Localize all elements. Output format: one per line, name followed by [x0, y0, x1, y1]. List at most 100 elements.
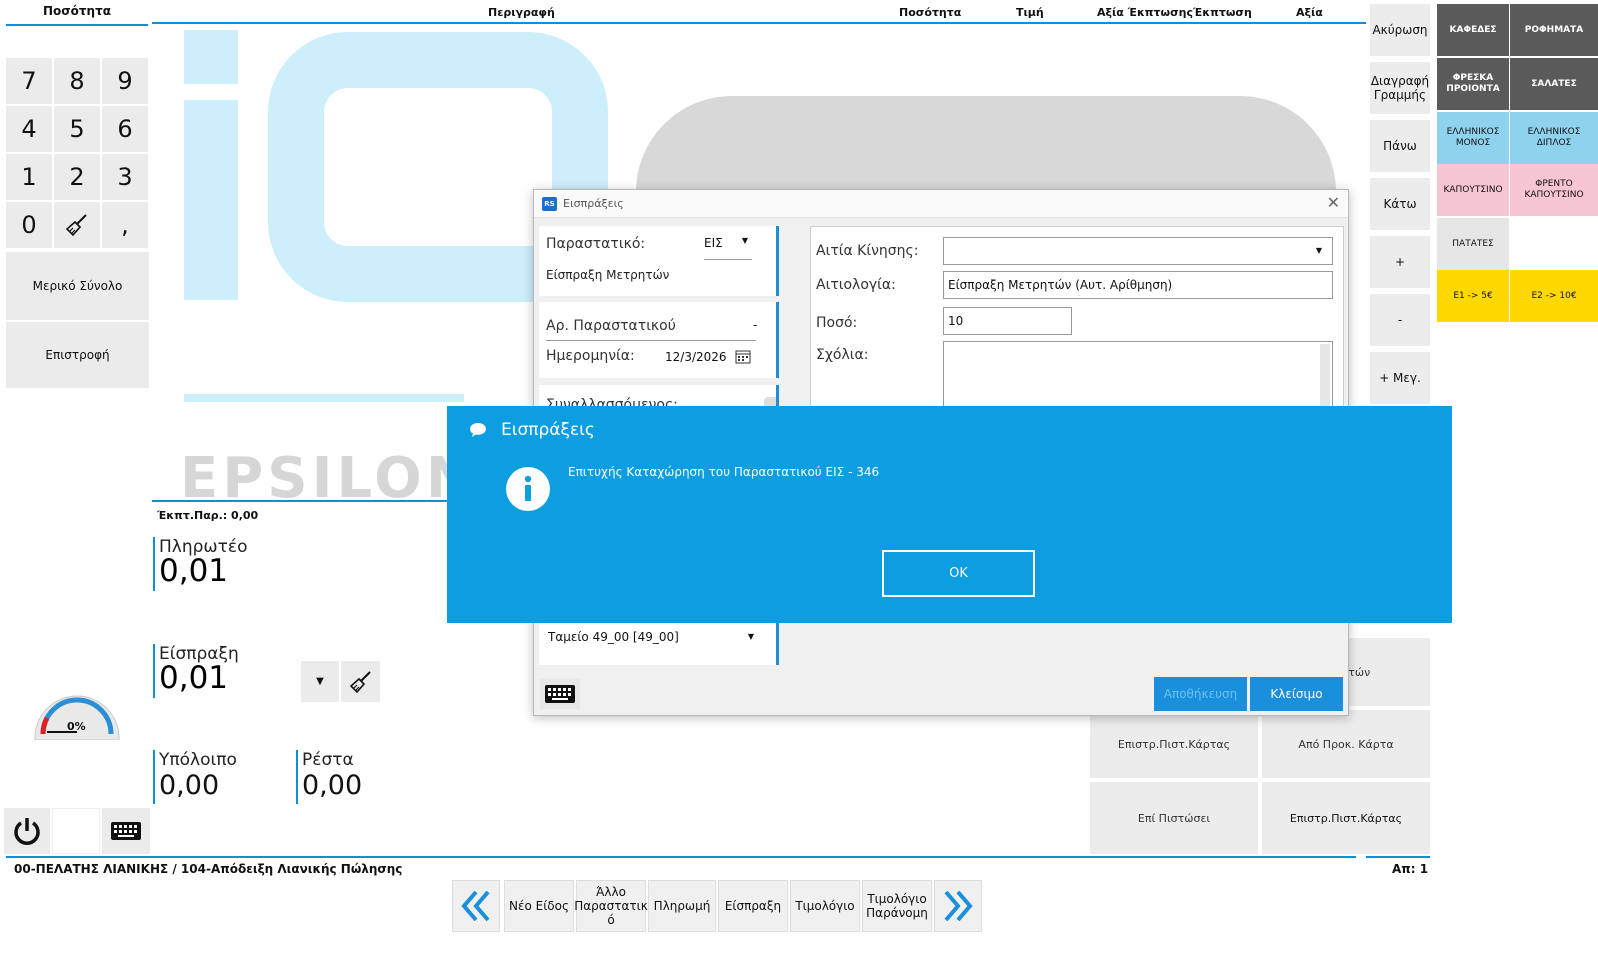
change-box: Ρέστα 0,00	[296, 750, 362, 804]
partial-total-button[interactable]: Μερικό Σύνολο	[6, 252, 149, 320]
col-description: Περιγραφή	[488, 6, 555, 19]
close-button[interactable]: Κλείσιμο	[1250, 677, 1343, 711]
key-9[interactable]: 9	[102, 58, 148, 104]
change-label: Ρέστα	[302, 750, 354, 770]
return-credit-card-button[interactable]: Επιστρ.Πιστ.Κάρτας	[1090, 710, 1258, 778]
close-icon[interactable]: ✕	[1327, 193, 1340, 212]
col-quantity: Ποσότητα	[899, 6, 962, 19]
calendar-icon[interactable]	[735, 348, 751, 368]
details-panel: Αιτία Κίνησης: ▼ Αιτιολογία: Είσπραξη Με…	[810, 226, 1344, 407]
key-5[interactable]: 5	[54, 106, 100, 152]
caret-down-icon: ▼	[741, 236, 748, 245]
category-button[interactable]: ΠΑΤΑΤΕΣ	[1437, 218, 1509, 270]
keyboard-icon	[545, 685, 575, 703]
on-credit-button[interactable]: Επί Πιστώσει	[1090, 782, 1258, 854]
chat-icon	[469, 422, 487, 442]
double-chevron-right-icon	[944, 890, 973, 922]
category-button[interactable]: Ε1 -> 5€	[1437, 270, 1509, 322]
cashbox-select[interactable]: Ταμείο 49_00 [49_00] ▼	[548, 630, 758, 650]
other-document-button[interactable]: Άλλο Παραστατικ ό	[574, 880, 648, 932]
divider	[152, 500, 452, 502]
prepaid-card-button[interactable]: Από Προκ. Κάρτα	[1262, 710, 1430, 778]
delete-line-button[interactable]: Διαγραφή Γραμμής	[1370, 62, 1430, 114]
category-button[interactable]: ΣΑΛΑΤΕΣ	[1510, 58, 1598, 110]
divider	[546, 340, 756, 341]
nav-next-button[interactable]	[934, 880, 982, 932]
customer-status: 00-ΠΕΛΑΤΗΣ ΛΙΑΝΙΚΗΣ / 104-Απόδειξη Λιανι…	[14, 862, 403, 876]
document-number-value: -	[753, 318, 758, 332]
nav-prev-button[interactable]	[452, 880, 500, 932]
key-1[interactable]: 1	[6, 154, 52, 200]
minus-button[interactable]: -	[1370, 294, 1430, 346]
power-button[interactable]	[4, 808, 50, 854]
app-badge: RS	[542, 197, 557, 211]
receipt-button[interactable]: Είσπραξη	[718, 880, 788, 932]
comments-textarea[interactable]	[943, 341, 1333, 407]
amount-input[interactable]: 10	[943, 307, 1072, 335]
return-button[interactable]: Επιστροφή	[6, 322, 149, 388]
logo-shape	[636, 96, 1336, 192]
double-chevron-left-icon	[461, 890, 490, 922]
reason-label: Αιτία Κίνησης:	[816, 243, 919, 259]
date-value[interactable]: 12/3/2026	[665, 350, 727, 364]
balance-label: Υπόλοιπο	[159, 750, 237, 770]
dialog-keyboard-button[interactable]	[540, 679, 580, 709]
document-number-panel: Αρ. Παραστατικού - Ημερομηνία: 12/3/2026	[539, 302, 779, 378]
save-button[interactable]: Αποθήκευση	[1154, 677, 1247, 711]
category-button[interactable]: ΕΛΛΗΝΙΚΟΣ ΔΙΠΛΟΣ	[1510, 112, 1598, 164]
clear-receipt-button[interactable]	[341, 661, 380, 702]
gauge: 0%	[33, 684, 121, 741]
new-item-button[interactable]: Νέο Είδος	[504, 880, 574, 932]
ok-button[interactable]: OK	[882, 550, 1035, 597]
invoice-button[interactable]: Τιμολόγιο	[790, 880, 860, 932]
receipt-dropdown[interactable]: ▼	[301, 661, 339, 702]
justification-input[interactable]: Είσπραξη Μετρητών (Αυτ. Αρίθμηση)	[943, 271, 1333, 299]
scrollbar[interactable]	[1320, 344, 1330, 406]
plus-button[interactable]: +	[1370, 236, 1430, 288]
broom-icon	[349, 670, 371, 693]
dialog-title: Εισπράξεις	[563, 197, 624, 210]
key-0[interactable]: 0	[6, 202, 52, 248]
blank-button[interactable]	[52, 808, 100, 854]
caret-down-icon: ▼	[747, 632, 754, 641]
pos-screen: Ποσότητα 7 8 9 4 5 6 1 2 3 0 , Μερικό Σύ…	[0, 0, 1598, 956]
key-comma[interactable]: ,	[102, 202, 148, 248]
receipt-box: Είσπραξη 0,01	[153, 644, 239, 698]
status-divider	[6, 856, 1356, 858]
message-box: Εισπράξεις Επιτυχής Καταχώρηση του Παρασ…	[447, 406, 1452, 623]
cancel-button[interactable]: Ακύρωση	[1370, 4, 1430, 56]
key-2[interactable]: 2	[54, 154, 100, 200]
key-7[interactable]: 7	[6, 58, 52, 104]
message-title: Εισπράξεις	[501, 420, 595, 440]
payment-button[interactable]: Πληρωμή	[648, 880, 716, 932]
key-4[interactable]: 4	[6, 106, 52, 152]
plus-big-button[interactable]: + Μεγ.	[1370, 352, 1430, 404]
keyboard-button[interactable]	[102, 808, 150, 854]
broom-icon	[65, 214, 87, 237]
payable-value: 0,01	[159, 553, 229, 589]
category-button[interactable]: ΚΑΦΕΔΕΣ	[1437, 4, 1509, 56]
counterparty-panel: Συναλλασσόμενος:	[539, 385, 779, 407]
down-button[interactable]: Κάτω	[1370, 178, 1430, 230]
document-select[interactable]: ΕΙΣ ▼	[704, 236, 752, 260]
comments-label: Σχόλια:	[816, 347, 869, 363]
category-button[interactable]: ΦΡΕΣΚΑ ΠΡΟΙΟΝΤΑ	[1437, 58, 1509, 110]
key-8[interactable]: 8	[54, 58, 100, 104]
cashbox-value: Ταμείο 49_00 [49_00]	[548, 630, 679, 644]
category-button[interactable]	[1510, 218, 1598, 270]
clear-key[interactable]	[54, 202, 100, 248]
reason-select[interactable]: ▼	[943, 237, 1333, 265]
invoice-delivery-button[interactable]: Τιμολόγιο Παράνομη	[862, 880, 932, 932]
category-button[interactable]: ΦΡΕΝΤΟ ΚΑΠΟΥΤΣΙΝΟ	[1510, 164, 1598, 216]
category-button[interactable]: ΕΛΛΗΝΙΚΟΣ ΜΟΝΟΣ	[1437, 112, 1509, 164]
amount-label: Ποσό:	[816, 315, 858, 331]
return-credit-card-button-2[interactable]: Επιστρ.Πιστ.Κάρτας	[1262, 782, 1430, 854]
key-6[interactable]: 6	[102, 106, 148, 152]
category-button[interactable]: ΡΟΦΗΜΑΤΑ	[1510, 4, 1598, 56]
document-name: Είσπραξη Μετρητών	[546, 268, 670, 282]
logo-shape	[184, 30, 238, 84]
category-button[interactable]: ΚΑΠΟΥΤΣΙΝΟ	[1437, 164, 1509, 216]
category-button[interactable]: Ε2 -> 10€	[1510, 270, 1598, 322]
up-button[interactable]: Πάνω	[1370, 120, 1430, 172]
key-3[interactable]: 3	[102, 154, 148, 200]
